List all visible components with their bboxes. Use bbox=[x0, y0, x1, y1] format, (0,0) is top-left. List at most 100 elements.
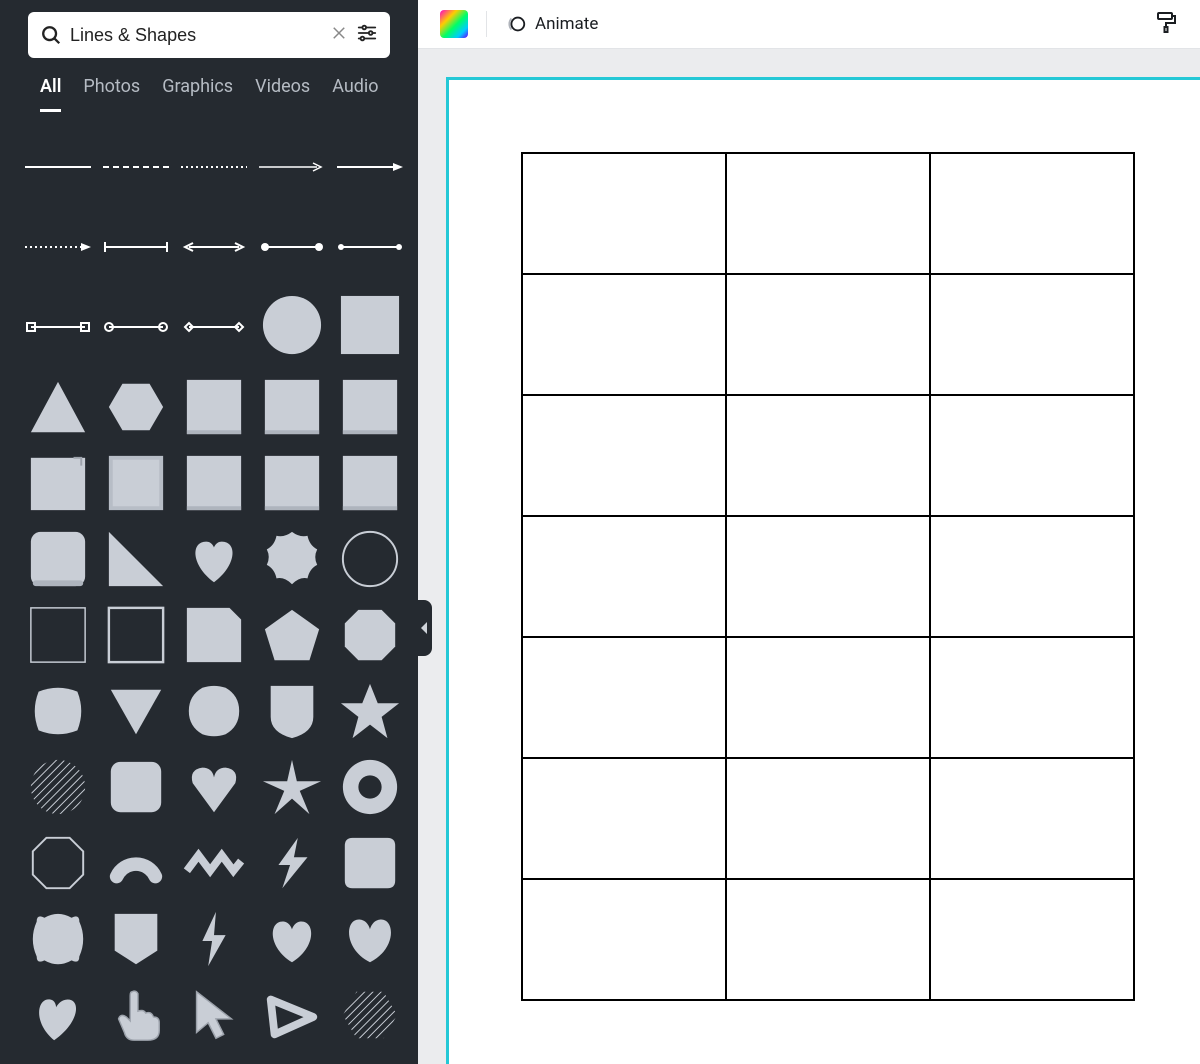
tab-photos[interactable]: Photos bbox=[83, 76, 140, 112]
tab-graphics[interactable]: Graphics bbox=[162, 76, 233, 112]
tab-all[interactable]: All bbox=[40, 76, 61, 112]
shapes-grid bbox=[24, 374, 404, 1048]
table-cell[interactable] bbox=[726, 395, 930, 516]
shape-hatched-circle[interactable] bbox=[24, 754, 92, 820]
shape-octagon-outline[interactable] bbox=[24, 830, 92, 896]
shape-hexagon-round[interactable] bbox=[180, 678, 248, 744]
table-cell[interactable] bbox=[522, 879, 726, 1000]
animate-icon bbox=[505, 13, 527, 35]
table-cell[interactable] bbox=[726, 758, 930, 879]
table-element[interactable] bbox=[521, 152, 1135, 1001]
shape-folded-corner[interactable] bbox=[180, 602, 248, 668]
line-square-ends[interactable] bbox=[24, 292, 92, 362]
table-cell[interactable] bbox=[522, 153, 726, 274]
filter-icon[interactable] bbox=[356, 22, 378, 48]
shape-octagon[interactable] bbox=[336, 602, 404, 668]
table-cell[interactable] bbox=[522, 274, 726, 395]
line-dashed[interactable] bbox=[102, 132, 170, 202]
shape-triangle-down[interactable] bbox=[102, 678, 170, 744]
table-cell[interactable] bbox=[930, 153, 1134, 274]
line-double-arrow[interactable] bbox=[180, 212, 248, 282]
color-picker-button[interactable] bbox=[440, 10, 468, 38]
table-cell[interactable] bbox=[522, 516, 726, 637]
shape-seal-8[interactable] bbox=[258, 526, 326, 592]
line-dot-ends[interactable] bbox=[258, 212, 326, 282]
shape-circle-outline[interactable] bbox=[336, 526, 404, 592]
table-cell[interactable] bbox=[930, 758, 1134, 879]
line-dotted[interactable] bbox=[180, 132, 248, 202]
shape-banner-shield[interactable] bbox=[102, 906, 170, 972]
shape-heart-sharp[interactable] bbox=[180, 754, 248, 820]
tab-videos[interactable]: Videos bbox=[255, 76, 310, 112]
shape-arc[interactable] bbox=[102, 830, 170, 896]
shape-pointer-hand[interactable] bbox=[102, 982, 170, 1048]
canvas-viewport[interactable] bbox=[418, 49, 1200, 1064]
line-circle-ends[interactable] bbox=[102, 292, 170, 362]
clear-icon[interactable] bbox=[330, 24, 348, 46]
elements-panel-body[interactable] bbox=[0, 112, 418, 1064]
shape-right-triangle[interactable] bbox=[102, 526, 170, 592]
table-cell[interactable] bbox=[930, 274, 1134, 395]
shape-square-outline[interactable] bbox=[102, 602, 170, 668]
shape-hatched-hexagon[interactable] bbox=[336, 982, 404, 1048]
line-diamond-ends[interactable] bbox=[180, 292, 248, 362]
table-cell[interactable] bbox=[726, 274, 930, 395]
shape-square-shadow-2[interactable] bbox=[258, 374, 326, 440]
shape-square-shadow-4[interactable] bbox=[180, 450, 248, 516]
shape-pointer-arrow[interactable] bbox=[180, 982, 248, 1048]
shape-square-fill[interactable] bbox=[336, 292, 404, 358]
animate-button[interactable]: Animate bbox=[505, 13, 598, 35]
shape-heart[interactable] bbox=[180, 526, 248, 592]
shape-star-5-thin[interactable] bbox=[258, 754, 326, 820]
shape-heart-round[interactable] bbox=[258, 906, 326, 972]
shape-square-shadow-5[interactable] bbox=[258, 450, 326, 516]
shape-pentagon[interactable] bbox=[258, 602, 326, 668]
table-cell[interactable] bbox=[930, 395, 1134, 516]
table-cell[interactable] bbox=[522, 395, 726, 516]
table-cell[interactable] bbox=[930, 637, 1134, 758]
search-input[interactable] bbox=[62, 25, 330, 46]
shape-zigzag[interactable] bbox=[180, 830, 248, 896]
shape-heart-fat[interactable] bbox=[336, 906, 404, 972]
canvas-page[interactable] bbox=[446, 77, 1200, 1064]
shape-square-shadow-6[interactable] bbox=[336, 450, 404, 516]
table-cell[interactable] bbox=[522, 637, 726, 758]
shape-hexagon-fill[interactable] bbox=[102, 374, 170, 440]
shape-rounded-square-fill[interactable] bbox=[102, 754, 170, 820]
shape-shield[interactable] bbox=[258, 678, 326, 744]
search-box[interactable] bbox=[28, 12, 390, 58]
table-cell[interactable] bbox=[930, 516, 1134, 637]
shape-circle-fill[interactable] bbox=[258, 292, 326, 358]
shape-triangle-outline[interactable] bbox=[258, 982, 326, 1048]
table-cell[interactable] bbox=[726, 516, 930, 637]
shape-square-shadow-3[interactable] bbox=[336, 374, 404, 440]
line-arrow-thin[interactable] bbox=[258, 132, 326, 202]
shape-square-notch[interactable] bbox=[336, 830, 404, 896]
line-arrow-solid[interactable] bbox=[336, 132, 404, 202]
shape-ornate-square[interactable] bbox=[24, 906, 92, 972]
line-dotted-arrow[interactable] bbox=[24, 212, 92, 282]
shape-square-corner[interactable] bbox=[24, 450, 92, 516]
paint-roller-icon bbox=[1154, 10, 1178, 34]
shape-square-outline-thin[interactable] bbox=[24, 602, 92, 668]
table-cell[interactable] bbox=[522, 758, 726, 879]
line-solid[interactable] bbox=[24, 132, 92, 202]
shape-triangle-fill[interactable] bbox=[24, 374, 92, 440]
tab-audio[interactable]: Audio bbox=[332, 76, 378, 112]
table-cell[interactable] bbox=[726, 879, 930, 1000]
table-cell[interactable] bbox=[726, 637, 930, 758]
shape-bolt-thin[interactable] bbox=[180, 906, 248, 972]
shape-rounded-square-shadow[interactable] bbox=[24, 526, 92, 592]
shape-heart-tilt[interactable] bbox=[24, 982, 92, 1048]
line-dot-ends-small[interactable] bbox=[336, 212, 404, 282]
shape-square-border-light[interactable] bbox=[102, 450, 170, 516]
shape-square-shadow[interactable] bbox=[180, 374, 248, 440]
shape-blob[interactable] bbox=[24, 678, 92, 744]
shape-donut[interactable] bbox=[336, 754, 404, 820]
shape-bolt-chunky[interactable] bbox=[258, 830, 326, 896]
table-cell[interactable] bbox=[726, 153, 930, 274]
style-copy-button[interactable] bbox=[1154, 10, 1178, 38]
table-cell[interactable] bbox=[930, 879, 1134, 1000]
shape-star[interactable] bbox=[336, 678, 404, 744]
line-bar-end[interactable] bbox=[102, 212, 170, 282]
